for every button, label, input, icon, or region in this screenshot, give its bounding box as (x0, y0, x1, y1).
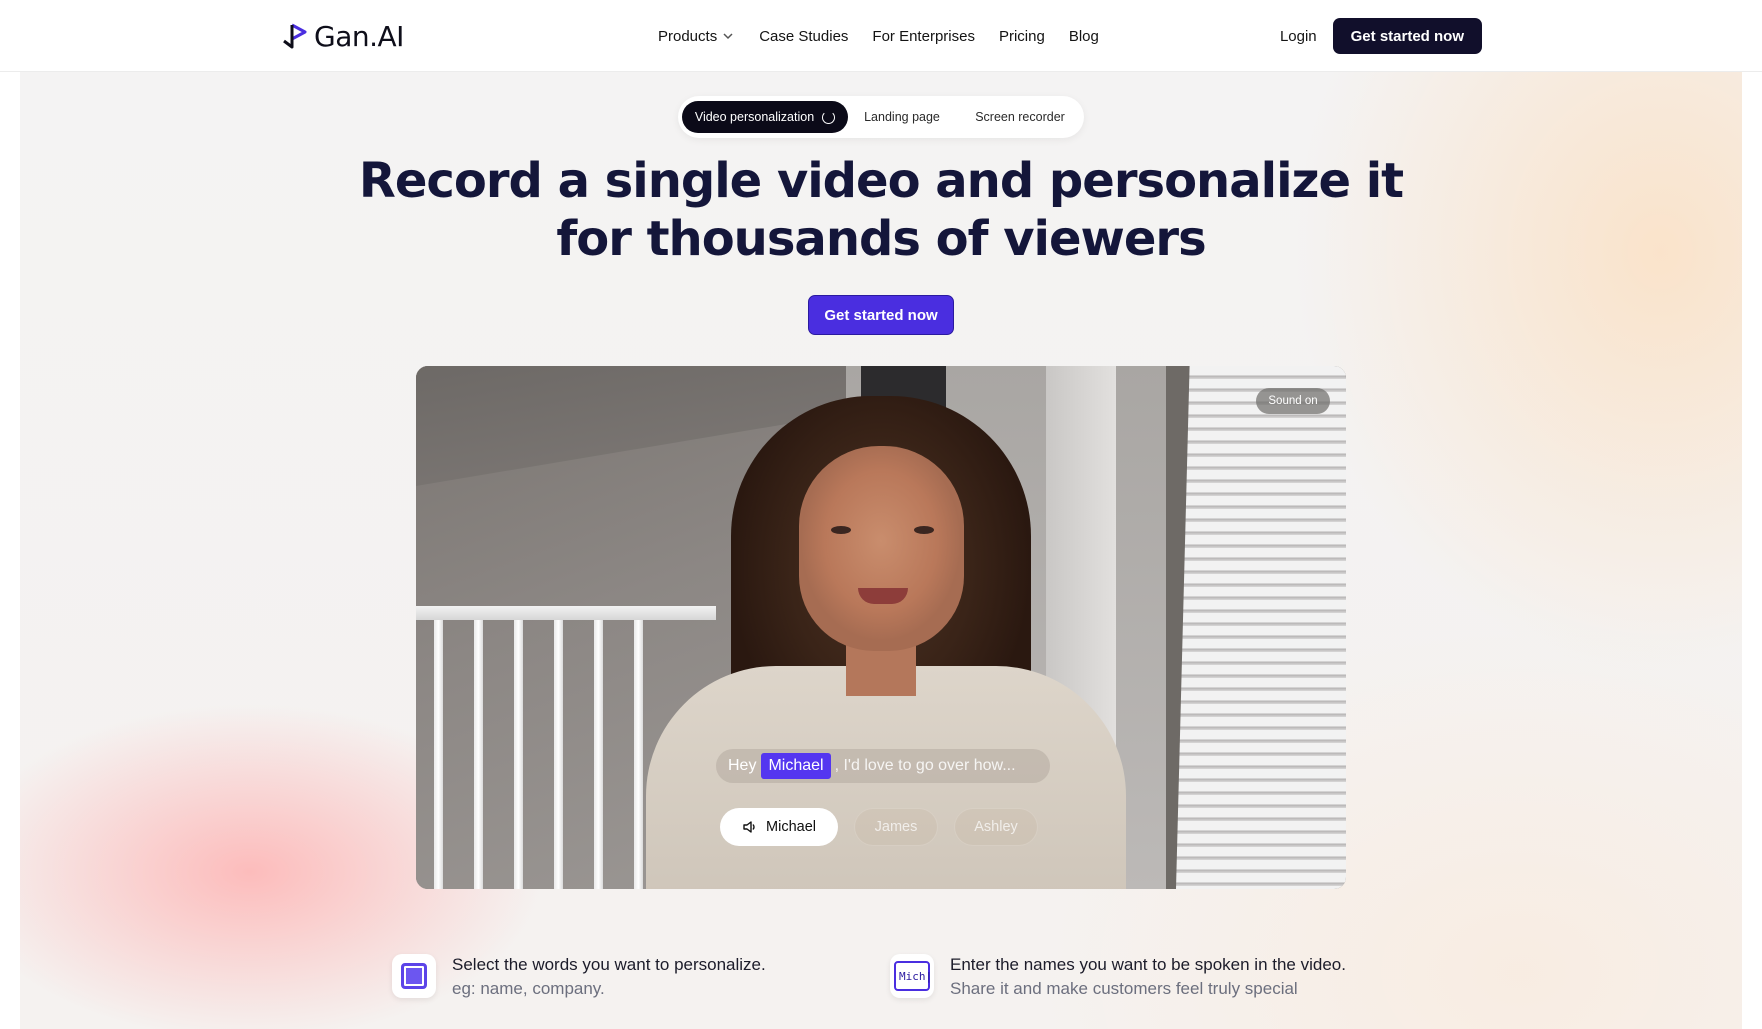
text-input-icon: Mich| (890, 954, 934, 998)
caption-greeting: Hey (728, 757, 757, 774)
feature-subtitle: Share it and make customers feel truly s… (950, 979, 1298, 998)
product-tabs: Video personalization Landing page Scree… (678, 96, 1084, 138)
tab-landing-page[interactable]: Landing page (852, 101, 952, 133)
page-margin-right (1742, 72, 1762, 1029)
get-started-hero-button[interactable]: Get started now (808, 295, 954, 335)
railing-bar (554, 620, 563, 889)
feature-text: Enter the names you want to be spoken in… (950, 954, 1346, 1002)
railing-bar (474, 620, 483, 889)
name-chip-james[interactable]: James (854, 808, 938, 846)
name-selector: Michael James Ashley (720, 808, 1038, 846)
nav-products-label: Products (658, 27, 718, 45)
video-caption: Hey Michael , I'd love to go over how... (716, 749, 1050, 783)
tab-video-personalization-label: Video personalization (694, 110, 815, 124)
text-input-icon-box: Mich| (894, 961, 932, 991)
nav-case-studies[interactable]: Case Studies (759, 28, 848, 45)
tab-screen-recorder[interactable]: Screen recorder (960, 101, 1080, 133)
frame-icon (392, 954, 436, 998)
name-chip-ashley[interactable]: Ashley (954, 808, 1038, 846)
name-chip-label: Michael (766, 819, 816, 835)
presenter-eye (831, 526, 851, 534)
feature-select-words: Select the words you want to personalize… (392, 954, 766, 1002)
page-margin-left (0, 72, 20, 1029)
presenter-eye (914, 526, 934, 534)
caption-rest: , I'd love to go over how... (834, 757, 1016, 774)
top-navbar: Gan.AI Products Case Studies For Enterpr… (0, 0, 1762, 72)
logo-icon (283, 23, 307, 49)
nav-products[interactable]: Products (658, 28, 735, 45)
frame-icon-inner (401, 963, 427, 989)
loading-spinner-icon (822, 110, 836, 124)
sound-on-badge[interactable]: Sound on (1256, 388, 1330, 414)
nav-blog[interactable]: Blog (1069, 28, 1099, 45)
nav-pricing[interactable]: Pricing (999, 28, 1045, 45)
brand-name: Gan.AI (314, 19, 404, 53)
caption-personalized-name: Michael (761, 753, 831, 779)
chevron-down-icon (723, 33, 733, 40)
presenter-face (799, 446, 964, 651)
get-started-nav-button[interactable]: Get started now (1332, 18, 1482, 54)
tab-video-personalization[interactable]: Video personalization (682, 101, 848, 133)
brand-logo[interactable]: Gan.AI (280, 19, 404, 53)
feature-title: Enter the names you want to be spoken in… (950, 955, 1346, 974)
feature-text: Select the words you want to personalize… (452, 954, 766, 1002)
railing-bar (634, 620, 643, 889)
feature-enter-names: Mich| Enter the names you want to be spo… (890, 954, 1346, 1002)
nav-actions: Login Get started now (1280, 18, 1482, 54)
feature-subtitle: eg: name, company. (452, 979, 605, 998)
feature-title: Select the words you want to personalize… (452, 955, 766, 974)
railing-bar (594, 620, 603, 889)
name-chip-michael[interactable]: Michael (720, 808, 838, 846)
railing-bar (434, 620, 443, 889)
primary-nav: Products Case Studies For Enterprises Pr… (658, 24, 1099, 48)
railing-bar (514, 620, 523, 889)
login-link[interactable]: Login (1280, 28, 1317, 45)
railing-top (416, 606, 716, 620)
nav-for-enterprises[interactable]: For Enterprises (872, 28, 975, 45)
speaker-icon (743, 821, 755, 833)
hero-headline: Record a single video and personalize it… (358, 153, 1404, 267)
video-window-blinds (1176, 366, 1346, 889)
